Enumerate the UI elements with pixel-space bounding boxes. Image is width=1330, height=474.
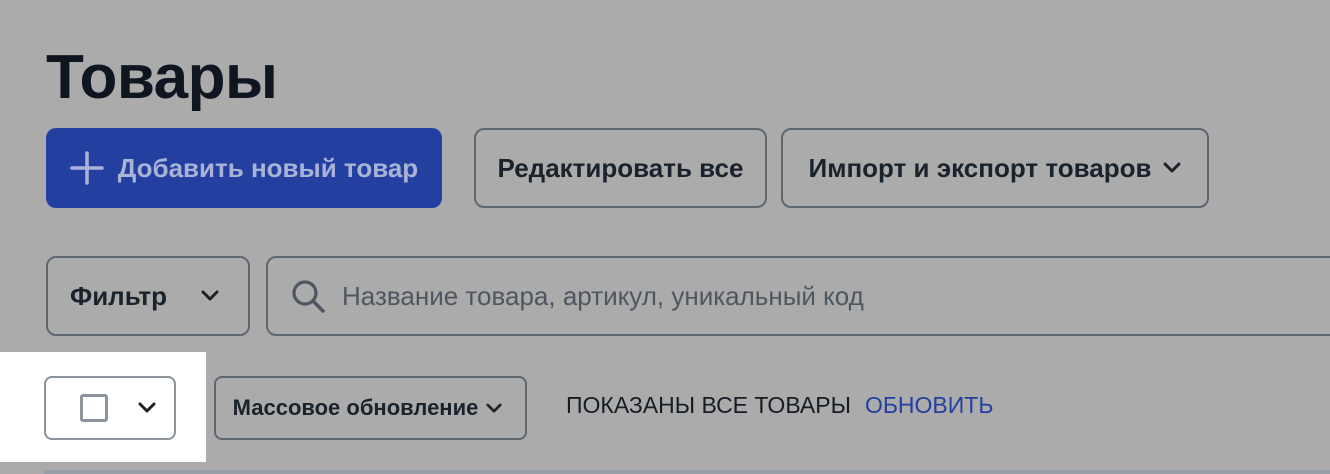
edit-all-label: Редактировать все [497,152,744,183]
chevron-down-icon [486,403,502,412]
status-bar: ПОКАЗАНЫ ВСЕ ТОВАРЫ ОБНОВИТЬ [566,392,993,419]
search-icon [292,280,325,313]
table-top-divider [44,470,1330,474]
add-product-label: Добавить новый товар [117,152,419,183]
add-product-button[interactable]: Добавить новый товар [46,128,442,208]
chevron-down-icon[interactable] [138,402,156,414]
checkbox-icon[interactable] [80,394,108,422]
filter-dropdown[interactable]: Фильтр [46,256,250,336]
filter-label: Фильтр [70,280,168,311]
chevron-down-icon [201,290,219,301]
mass-update-dropdown[interactable]: Массовое обновление [214,376,527,440]
refresh-link[interactable]: ОБНОВИТЬ [865,392,994,419]
page-title: Товары [46,43,278,112]
select-all-dropdown[interactable] [44,376,176,440]
edit-all-button[interactable]: Редактировать все [474,128,767,208]
search-box[interactable] [266,256,1330,336]
import-export-button[interactable]: Импорт и экспорт товаров [781,128,1209,208]
search-input[interactable] [340,279,1330,313]
status-text: ПОКАЗАНЫ ВСЕ ТОВАРЫ [566,392,851,418]
mass-update-label: Массовое обновление [232,395,479,420]
import-export-label: Импорт и экспорт товаров [808,152,1152,183]
plus-icon [70,151,104,185]
chevron-down-icon [1163,162,1181,173]
